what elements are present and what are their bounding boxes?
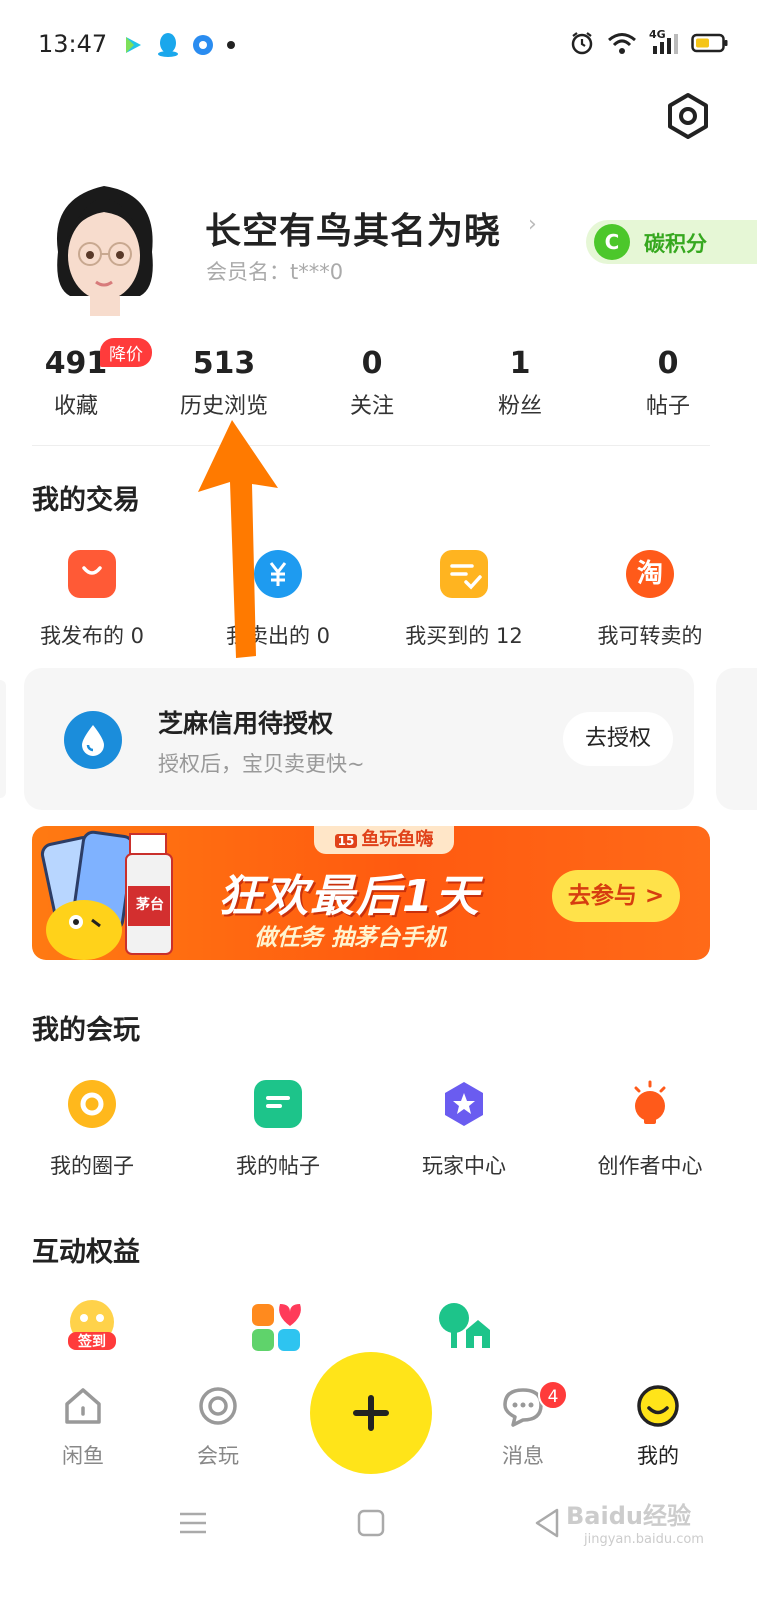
- nav-item-home[interactable]: 闲鱼: [38, 1384, 128, 1470]
- browser-icon: [193, 35, 213, 55]
- nav-label: 我的: [637, 1444, 679, 1468]
- wifi-icon: [608, 33, 636, 54]
- trade-item-resell[interactable]: 淘 我可转卖的: [560, 550, 740, 650]
- publish-button[interactable]: [310, 1352, 432, 1474]
- stat-posts[interactable]: 0 帖子: [598, 346, 738, 420]
- play-item-label: 我的圈子: [50, 1154, 134, 1178]
- battery-icon: [691, 33, 728, 53]
- status-bar: 13:47 4G: [0, 0, 757, 90]
- stat-value: 1: [509, 346, 531, 381]
- sesame-title: 芝麻信用待授权: [158, 709, 334, 738]
- nav-item-me[interactable]: 我的: [613, 1384, 703, 1470]
- order-check-icon: [440, 550, 488, 598]
- member-name: 会员名：t***0: [206, 260, 344, 284]
- ring-icon: [199, 1387, 237, 1425]
- hex-gear-icon: [668, 93, 708, 139]
- stat-followers[interactable]: 1 粉丝: [450, 346, 590, 420]
- star-badge-icon: [440, 1080, 488, 1128]
- banner-tag: 15 鱼玩鱼嗨: [314, 826, 454, 854]
- taobao-icon: 淘: [626, 550, 674, 598]
- qq-icon: [158, 33, 178, 57]
- promo-banner[interactable]: 15 鱼玩鱼嗨 茅台 狂欢最后1天 做任务 抽茅台手机 去参与 >: [32, 826, 710, 960]
- sesame-credit-icon: [64, 711, 122, 769]
- authorize-button[interactable]: 去授权: [563, 712, 673, 766]
- settings-button[interactable]: [664, 92, 712, 140]
- home-square-icon[interactable]: [357, 1509, 385, 1537]
- price-drop-badge: 降价: [100, 338, 152, 367]
- puzzle-icon[interactable]: [250, 1302, 304, 1352]
- section-title-rights: 互动权益: [32, 1237, 140, 1268]
- message-count-badge: 4: [538, 1380, 568, 1410]
- carbon-c-icon: C: [594, 224, 630, 260]
- shopping-bag-icon: [68, 550, 116, 598]
- plus-icon: [353, 1395, 389, 1431]
- section-title-trade: 我的交易: [32, 485, 140, 516]
- trade-item-label: 我发布的 0: [39, 624, 145, 648]
- watermark-text: Baidu经验: [566, 1502, 691, 1530]
- sesame-credit-card[interactable]: 芝麻信用待授权 授权后，宝贝卖更快~ 去授权: [24, 668, 694, 810]
- nav-label: 会玩: [197, 1444, 239, 1468]
- stat-label: 关注: [349, 394, 394, 419]
- stat-history[interactable]: 513 历史浏览: [154, 346, 294, 420]
- trade-item-bought[interactable]: 我买到的 12: [374, 550, 554, 650]
- watermark-url: jingyan.baidu.com: [584, 1532, 704, 1547]
- circle-icon: [68, 1080, 116, 1128]
- play-item-label: 我的帖子: [236, 1154, 320, 1178]
- smile-icon: [637, 1385, 679, 1427]
- stat-value: 0: [361, 346, 383, 381]
- nav-label: 闲鱼: [62, 1444, 104, 1468]
- next-card-peek[interactable]: [716, 668, 757, 810]
- status-time: 13:47: [38, 30, 108, 58]
- banner-subtitle: 做任务 抽茅台手机: [254, 925, 447, 951]
- menu-icon[interactable]: [178, 1510, 208, 1536]
- dot-icon: [227, 41, 235, 49]
- carbon-points-badge[interactable]: C 碳积分: [586, 220, 757, 264]
- trade-item-label: 我买到的 12: [405, 624, 523, 648]
- nav-item-play[interactable]: 会玩: [173, 1384, 263, 1470]
- carbon-points-label: 碳积分: [644, 232, 707, 256]
- tree-house-icon[interactable]: [436, 1300, 490, 1352]
- nickname[interactable]: 长空有鸟其名为晓: [205, 202, 501, 254]
- checkin-icon[interactable]: 签到: [66, 1298, 118, 1354]
- play-item-circles[interactable]: 我的圈子: [2, 1080, 182, 1180]
- banner-tag-text: 鱼玩鱼嗨: [361, 829, 434, 850]
- prev-card-peek: [0, 680, 6, 798]
- stat-following[interactable]: 0 关注: [302, 346, 442, 420]
- trade-item-label: 我可转卖的: [597, 624, 703, 648]
- post-icon: [254, 1080, 302, 1128]
- trade-item-published[interactable]: 我发布的 0: [2, 550, 182, 650]
- bulb-icon: [626, 1080, 674, 1128]
- back-triangle-icon[interactable]: [533, 1508, 561, 1538]
- checkin-label: 签到: [78, 1334, 106, 1350]
- chevron-right-icon: ›: [528, 212, 537, 237]
- nav-label: 消息: [502, 1444, 544, 1468]
- stat-label: 历史浏览: [179, 394, 268, 419]
- join-button[interactable]: 去参与 >: [552, 870, 680, 922]
- stat-label: 粉丝: [497, 394, 542, 419]
- video-app-icon: [126, 37, 141, 53]
- stat-value: 513: [192, 346, 256, 381]
- bottle-label: 茅台: [136, 897, 164, 913]
- play-item-label: 创作者中心: [597, 1154, 703, 1178]
- stat-label: 帖子: [645, 394, 690, 419]
- section-title-play: 我的会玩: [32, 1015, 140, 1046]
- signal-icon: 4G: [649, 28, 679, 56]
- divider: [32, 445, 710, 446]
- stat-label: 收藏: [53, 394, 98, 419]
- annotation-arrow: [198, 420, 278, 658]
- home-icon: [65, 1388, 101, 1424]
- play-item-player-center[interactable]: 玩家中心: [374, 1080, 554, 1180]
- phone-bottle-illustration: [40, 830, 173, 960]
- stat-value: 0: [657, 346, 679, 381]
- status-system-icons: 4G: [569, 28, 729, 56]
- status-app-icons: [122, 32, 236, 58]
- alarm-icon: [571, 32, 593, 55]
- banner-title: 狂欢最后1天: [218, 871, 481, 922]
- sesame-subtitle: 授权后，宝贝卖更快~: [158, 752, 365, 776]
- play-item-label: 玩家中心: [422, 1154, 506, 1178]
- play-item-posts[interactable]: 我的帖子: [188, 1080, 368, 1180]
- avatar[interactable]: [44, 178, 166, 316]
- banner-tag-num: 15: [334, 834, 358, 848]
- play-item-creator-center[interactable]: 创作者中心: [560, 1080, 740, 1180]
